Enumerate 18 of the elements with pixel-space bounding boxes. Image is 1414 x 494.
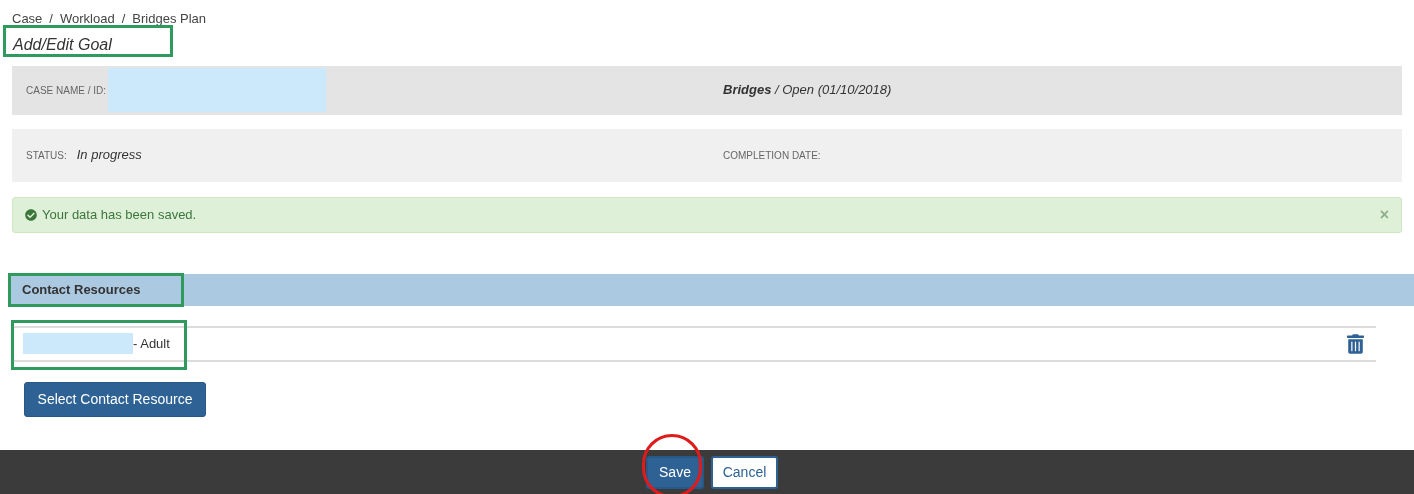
breadcrumb-link[interactable]: Case	[12, 9, 43, 29]
program-status: Bridges / Open (01/10/2018)	[723, 81, 892, 100]
breadcrumb-separator: /	[49, 10, 53, 28]
delete-icon[interactable]	[1347, 333, 1364, 354]
cancel-button[interactable]: Cancel	[711, 455, 778, 489]
page-title: Add/Edit Goal	[13, 35, 112, 53]
breadcrumb-link[interactable]: Workload	[60, 9, 115, 29]
completion-date-label: COMPLETION DATE:	[723, 148, 821, 163]
section-title: Contact Resources	[22, 280, 141, 299]
contact-type: - Adult	[133, 334, 170, 353]
alert-message: Your data has been saved.	[42, 205, 197, 224]
case-name-label: CASE NAME / ID:	[26, 83, 106, 98]
breadcrumb-separator: /	[121, 10, 126, 28]
status-label: STATUS:	[26, 148, 67, 163]
breadcrumb-link[interactable]: Bridges Plan	[132, 9, 206, 29]
save-button[interactable]: Save	[646, 455, 704, 489]
select-contact-resource-button[interactable]: Select Contact Resource	[24, 381, 206, 417]
status-value: In progress	[76, 146, 142, 165]
